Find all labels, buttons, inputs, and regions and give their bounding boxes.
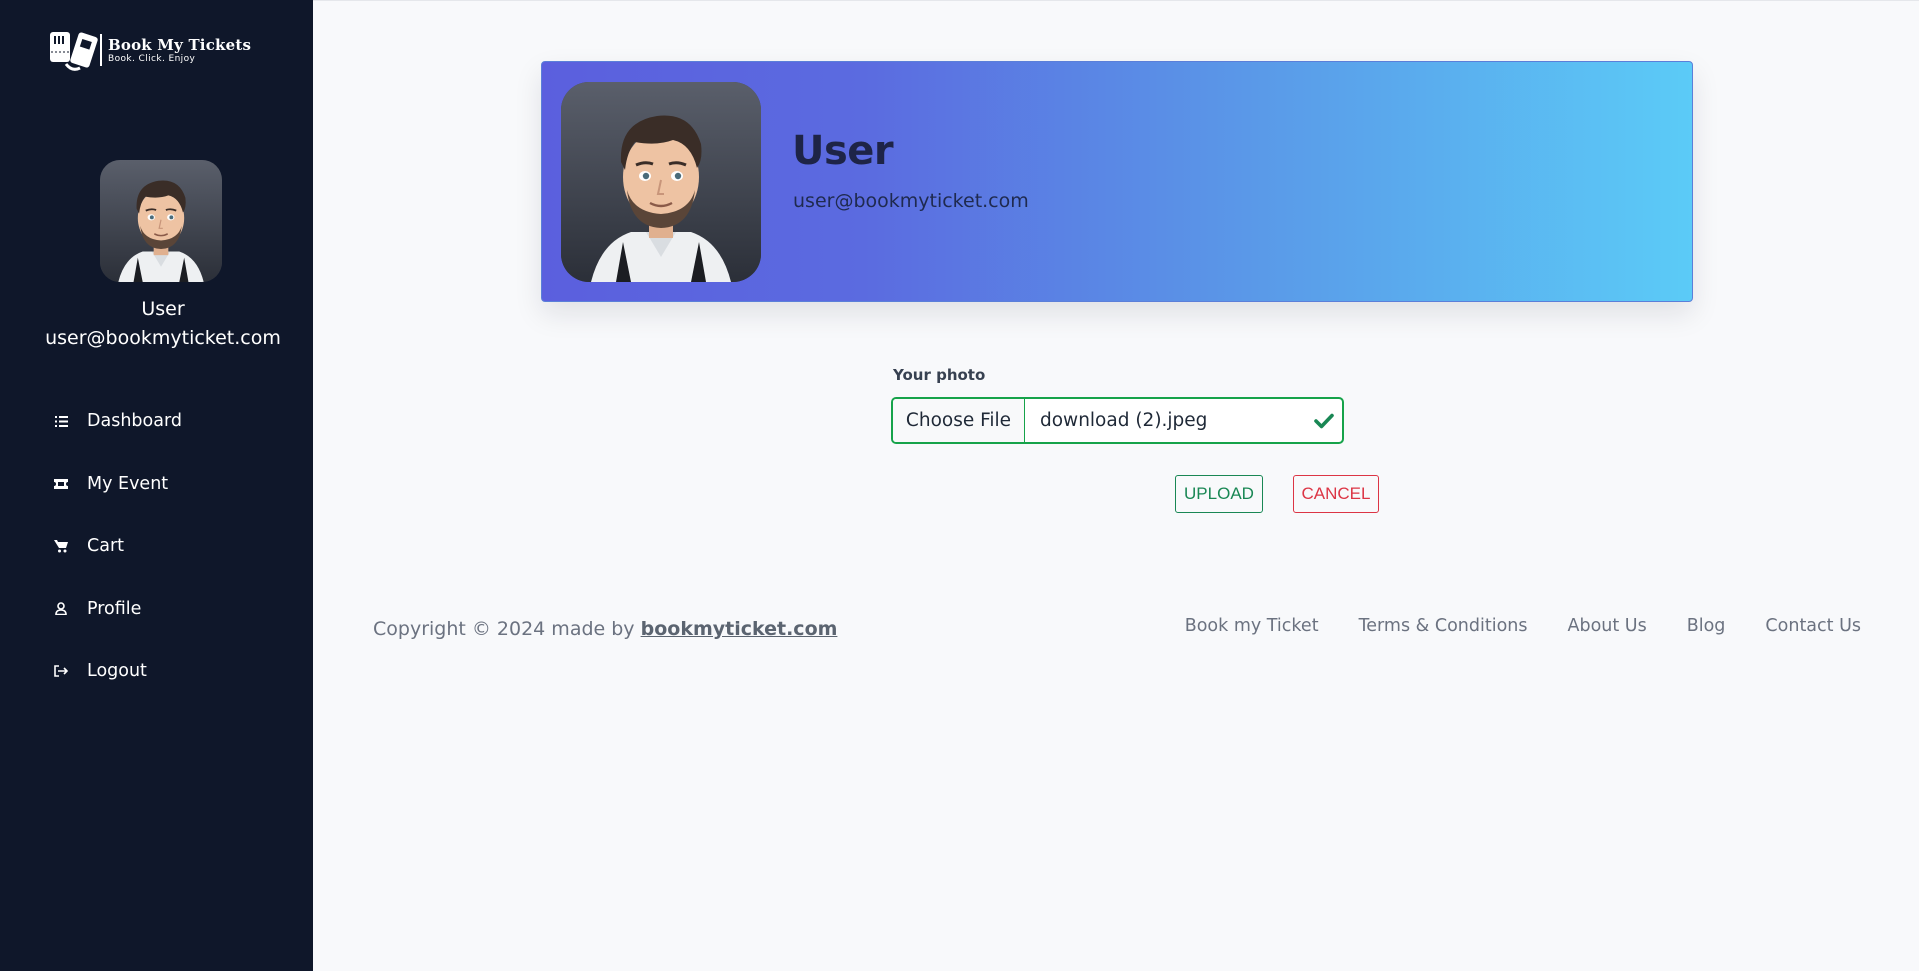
sidebar-user-name: User [141, 298, 185, 320]
sidebar-item-label: My Event [87, 473, 169, 494]
user-icon [54, 602, 68, 616]
photo-file-input[interactable]: Choose File download (2).jpeg [891, 397, 1344, 444]
brand-logo[interactable]: Book My Tickets Book. Click. Enjoy [48, 28, 251, 72]
footer-link-contact[interactable]: Contact Us [1765, 616, 1861, 636]
ticket-logo-icon [48, 28, 98, 72]
sidebar-item-dashboard[interactable]: Dashboard [54, 390, 182, 453]
upload-button[interactable]: UPLOAD [1175, 475, 1263, 513]
profile-banner: User user@bookmyticket.com [541, 61, 1693, 302]
list-icon [54, 414, 68, 428]
sidebar-item-label: Logout [87, 661, 147, 682]
copyright-prefix: Copyright © 2024 made by [373, 618, 641, 640]
sidebar-item-label: Cart [87, 536, 124, 557]
cancel-button[interactable]: CANCEL [1293, 475, 1379, 513]
sidebar-item-my-event[interactable]: My Event [54, 453, 182, 516]
sidebar-item-label: Profile [87, 598, 142, 619]
cart-icon [54, 539, 68, 553]
ticket-icon [54, 477, 68, 491]
sidebar-user-email: user@bookmyticket.com [45, 327, 281, 349]
sidebar-avatar [100, 160, 222, 282]
profile-name: User [792, 128, 894, 174]
copyright-text: Copyright © 2024 made by bookmyticket.co… [373, 618, 837, 640]
choose-file-button[interactable]: Choose File [893, 399, 1025, 442]
footer-links: Book my Ticket Terms & Conditions About … [1185, 616, 1861, 636]
sidebar-item-profile[interactable]: Profile [54, 578, 182, 641]
brand-title: Book My Tickets [108, 35, 252, 54]
brand-tagline: Book. Click. Enjoy [108, 53, 196, 64]
logo-divider [100, 34, 102, 66]
logout-icon [54, 664, 68, 678]
selected-file-name: download (2).jpeg [1040, 410, 1208, 431]
sidebar-item-label: Dashboard [87, 411, 182, 432]
copyright-link[interactable]: bookmyticket.com [641, 618, 838, 640]
check-icon [1306, 413, 1342, 429]
sidebar-item-logout[interactable]: Logout [54, 640, 182, 703]
footer-link-about[interactable]: About Us [1568, 616, 1647, 636]
footer-link-blog[interactable]: Blog [1687, 616, 1726, 636]
sidebar: Book My Tickets Book. Click. Enjoy User … [0, 0, 313, 971]
profile-email: user@bookmyticket.com [793, 190, 1029, 212]
footer-link-book-my-ticket[interactable]: Book my Ticket [1185, 616, 1319, 636]
photo-label: Your photo [893, 366, 986, 384]
profile-avatar [561, 82, 761, 282]
top-border [313, 0, 1919, 1]
footer-link-terms[interactable]: Terms & Conditions [1359, 616, 1528, 636]
sidebar-item-cart[interactable]: Cart [54, 515, 182, 578]
sidebar-nav: Dashboard My Event Cart Profile Logout [54, 390, 182, 703]
